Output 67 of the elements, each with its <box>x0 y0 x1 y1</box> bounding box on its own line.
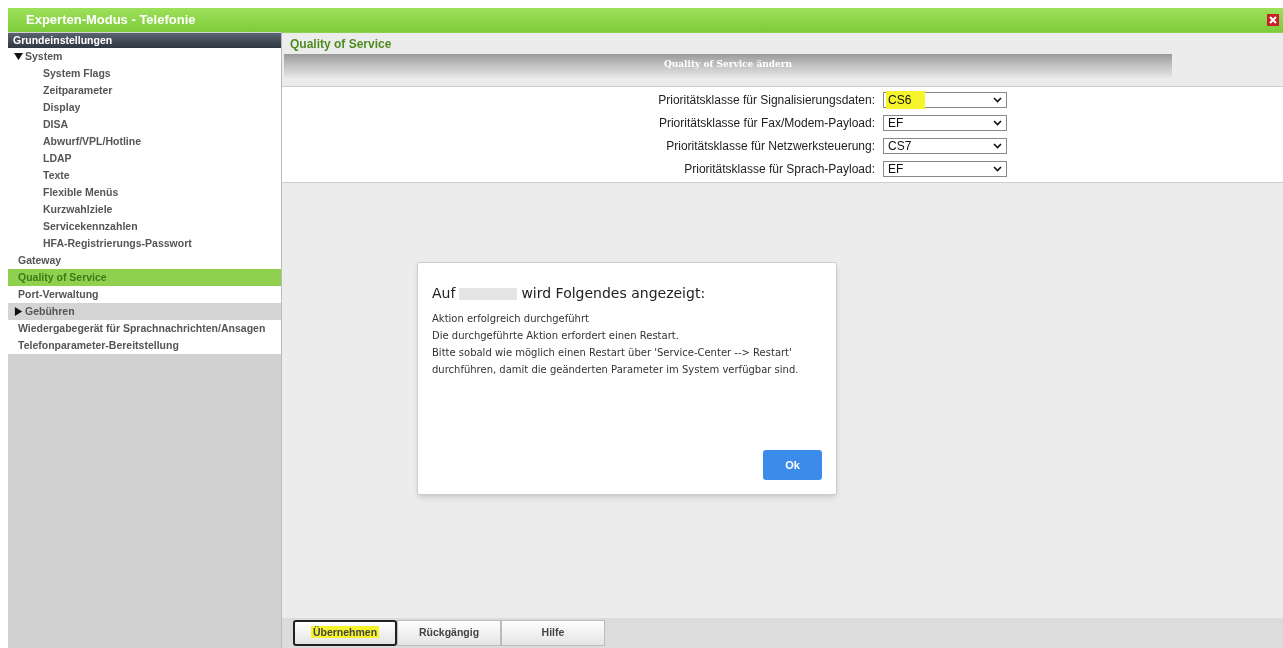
sidebar-item-label: Kurzwahlziele <box>43 201 113 217</box>
select-value: EF <box>887 161 905 178</box>
select-field[interactable]: EF <box>883 161 1007 177</box>
button-label: Rückgängig <box>418 626 480 639</box>
sidebar-item-label: Quality of Service <box>18 269 107 285</box>
sidebar-item-label: System <box>25 48 63 64</box>
select-value: CS7 <box>887 138 913 155</box>
chevron-down-icon <box>993 120 1002 126</box>
sidebar-item[interactable]: System <box>8 48 281 65</box>
sidebar-item[interactable]: LDAP <box>8 150 281 167</box>
sidebar-item[interactable]: Telefonparameter-Bereitstellung <box>8 337 281 354</box>
redacted-block <box>459 287 518 300</box>
sidebar-item-label: LDAP <box>43 150 72 166</box>
dialog-message-line: Aktion erfolgreich durchgeführt <box>432 312 590 326</box>
field-label: Prioritätsklasse für Fax/Modem-Payload: <box>658 115 875 132</box>
chevron-down-icon <box>993 97 1002 103</box>
sidebar-item-label: Texte <box>43 167 70 183</box>
select-field[interactable]: CS6 <box>883 92 1007 108</box>
dialog-message-line: Die durchgeführte Aktion erfordert einen Restart. <box>432 329 680 343</box>
sidebar-item[interactable]: Gateway <box>8 252 281 269</box>
triangle-right-icon[interactable] <box>14 307 23 316</box>
sidebar-item-label: Port-Verwaltung <box>18 286 99 302</box>
button-label: Hilfe <box>541 626 565 639</box>
button-label: Übernehmen <box>310 626 380 639</box>
sidebar-item[interactable]: Texte <box>8 167 281 184</box>
dialog-message-line: durchführen, damit die geänderten Parameter im System verfügbar sind. <box>432 363 800 377</box>
close-icon[interactable] <box>1267 14 1279 26</box>
sidebar-item-label: Flexible Menüs <box>43 184 119 200</box>
field-label: Prioritätsklasse für Netzwerksteuerung: <box>666 138 875 155</box>
panel-header: Quality of Service ändern <box>284 54 1172 78</box>
sidebar-item-label: Zeitparameter <box>43 82 113 98</box>
field-label: Prioritätsklasse für Signalisierungsdaten: <box>658 92 875 109</box>
sidebar-item[interactable]: System Flags <box>8 65 281 82</box>
sidebar-item[interactable]: DISA <box>8 116 281 133</box>
sidebar-item[interactable]: Port-Verwaltung <box>8 286 281 303</box>
sidebar-item[interactable]: HFA-Registrierungs-Passwort <box>8 235 281 252</box>
dialog-title-text: Auf <box>432 284 456 303</box>
sidebar-item[interactable]: Flexible Menüs <box>8 184 281 201</box>
sidebar-item-label: System Flags <box>43 65 111 81</box>
action-button[interactable]: Rückgängig <box>397 620 501 646</box>
action-button[interactable]: Übernehmen <box>293 620 397 646</box>
triangle-down-icon[interactable] <box>14 52 23 61</box>
sidebar-item[interactable]: Zeitparameter <box>8 82 281 99</box>
select-value: EF <box>887 115 905 132</box>
sidebar-item[interactable]: Display <box>8 99 281 116</box>
select-value: CS6 <box>886 91 926 109</box>
sidebar-item[interactable]: Kurzwahlziele <box>8 201 281 218</box>
dialog-message-line: Bitte sobald wie möglich einen Restart über 'Service-Center --> Restart' <box>432 346 793 360</box>
action-button[interactable]: Hilfe <box>501 620 605 646</box>
sidebar-item-label: Gateway <box>18 252 62 268</box>
sidebar-item-label: Gebühren <box>25 303 75 319</box>
sidebar-header: Grundeinstellungen <box>8 33 281 48</box>
sidebar-item-label: DISA <box>43 116 69 132</box>
sidebar-item-label: Telefonparameter-Bereitstellung <box>18 337 179 353</box>
sidebar-item-label: HFA-Registrierungs-Passwort <box>43 235 192 251</box>
sidebar-item-label: Servicekennzahlen <box>43 218 138 234</box>
sidebar-item[interactable]: Abwurf/VPL/Hotline <box>8 133 281 150</box>
field-label: Prioritätsklasse für Sprach-Payload: <box>684 161 875 178</box>
dialog-title-text: wird Folgendes angezeigt: <box>521 284 706 303</box>
sidebar-item-label: Abwurf/VPL/Hotline <box>43 133 141 149</box>
select-field[interactable]: EF <box>883 115 1007 131</box>
select-field[interactable]: CS7 <box>883 138 1007 154</box>
chevron-down-icon <box>993 166 1002 172</box>
sidebar-item-label: Display <box>43 99 81 115</box>
chevron-down-icon <box>993 143 1002 149</box>
sidebar-item[interactable]: Servicekennzahlen <box>8 218 281 235</box>
window-title: Experten-Modus - Telefonie <box>26 11 196 30</box>
